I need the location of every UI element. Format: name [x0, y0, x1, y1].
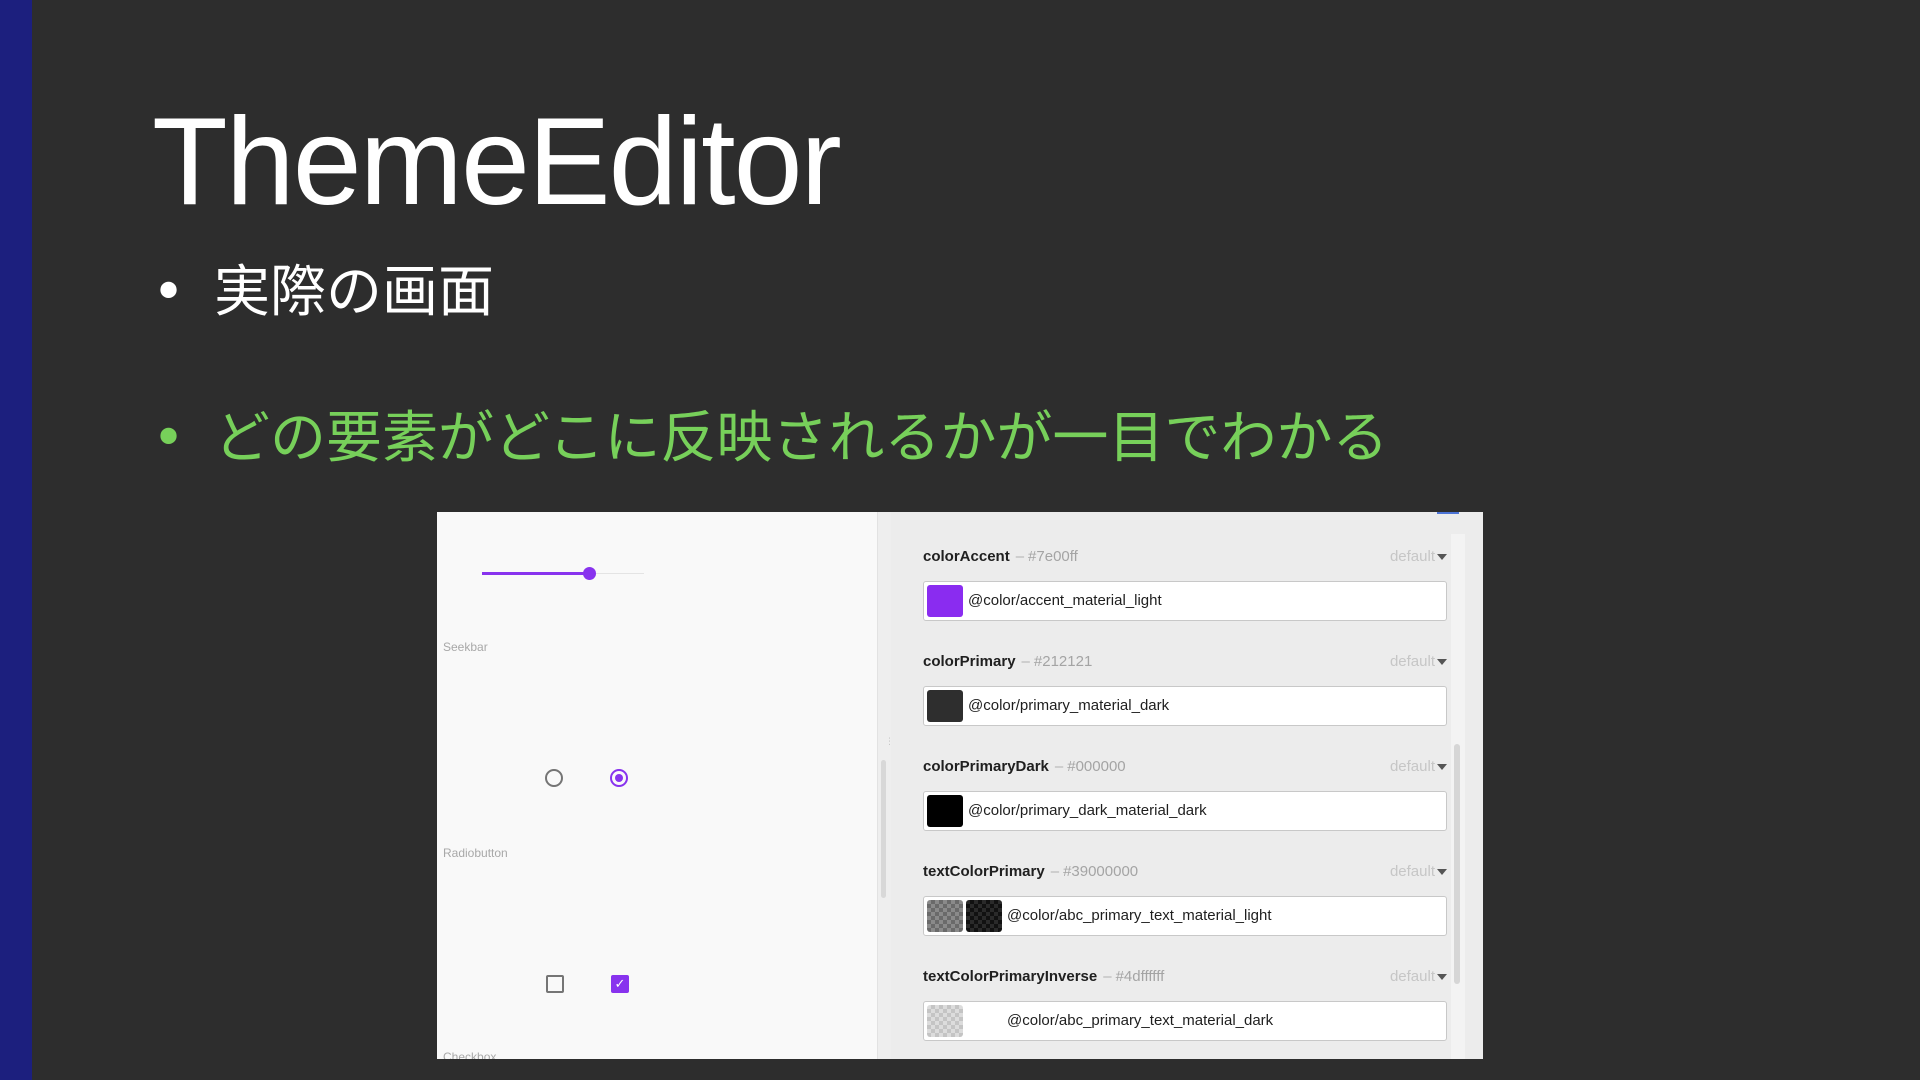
attribute-value-text: @color/abc_primary_text_material_light — [1007, 907, 1272, 924]
attribute-separator: – — [1021, 653, 1030, 670]
attribute-row-color-primary: colorPrimary – #212121 default @color/prim… — [923, 651, 1447, 726]
attribute-value-field[interactable]: @color/abc_primary_text_material_dark — [923, 1001, 1447, 1041]
theme-editor-screenshot: Seekbar Radiobutton ✓ Checkbox ⋮ colorAc… — [437, 512, 1483, 1059]
checkbox-checked[interactable]: ✓ — [611, 975, 629, 993]
bullet-at-a-glance: • どの要素がどこに反映されるかが一目でわかる — [152, 404, 1388, 474]
attribute-hex-value: #39000000 — [1063, 863, 1139, 880]
bullet-text: 実際の画面 — [214, 260, 494, 325]
color-swatch-secondary[interactable] — [966, 900, 1002, 932]
seekbar-progress — [482, 572, 591, 575]
attribute-row-text-color-primary-inverse: textColorPrimaryInverse – #4dffffff defaul… — [923, 966, 1447, 1041]
attribute-row-text-color-primary: textColorPrimary – #39000000 default @colo… — [923, 861, 1447, 936]
attribute-value-field[interactable]: @color/abc_primary_text_material_light — [923, 896, 1447, 936]
attribute-hex-value: #4dffffff — [1115, 968, 1165, 985]
attributes-scrollbar-track[interactable] — [1451, 534, 1465, 1059]
radio-button-checked[interactable] — [610, 769, 628, 787]
default-dropdown-label[interactable]: default — [1390, 966, 1435, 988]
dropdown-caret-icon[interactable] — [1437, 869, 1447, 875]
attribute-name: colorPrimary — [923, 653, 1016, 670]
attribute-name: colorPrimaryDark — [923, 758, 1049, 775]
attribute-name: colorAccent — [923, 548, 1010, 565]
theme-attributes-panel: colorAccent – #7e00ff default @color/accen… — [891, 512, 1471, 1059]
color-swatch[interactable] — [927, 1005, 963, 1037]
attribute-value-text: @color/primary_material_dark — [968, 697, 1170, 714]
radiobutton-label: Radiobutton — [443, 846, 508, 860]
attribute-name: textColorPrimary — [923, 863, 1045, 880]
theme-preview-pane: Seekbar Radiobutton ✓ Checkbox — [437, 512, 877, 1059]
default-dropdown-label[interactable]: default — [1390, 756, 1435, 778]
attribute-name: textColorPrimaryInverse — [923, 968, 1098, 985]
color-swatch-secondary[interactable] — [966, 1005, 1002, 1037]
panel-top-indicator — [1437, 512, 1459, 514]
pane-splitter[interactable]: ⋮ — [877, 512, 894, 1059]
color-swatch[interactable] — [927, 585, 963, 617]
attribute-value-field[interactable]: @color/accent_material_light — [923, 581, 1447, 621]
seekbar-label: Seekbar — [443, 640, 488, 654]
dropdown-caret-icon[interactable] — [1437, 974, 1447, 980]
slide-accent-bar — [0, 0, 32, 1080]
attributes-scrollbar-thumb[interactable] — [1454, 744, 1460, 984]
seekbar-thumb[interactable] — [583, 567, 596, 580]
bullet-actual-screen: • 実際の画面 — [152, 258, 494, 328]
dropdown-caret-icon[interactable] — [1437, 659, 1447, 665]
attribute-value-field[interactable]: @color/primary_dark_material_dark — [923, 791, 1447, 831]
attribute-row-color-accent: colorAccent – #7e00ff default @color/accen… — [923, 546, 1447, 621]
checkbox-unchecked[interactable] — [546, 975, 564, 993]
attribute-row-color-primary-dark: colorPrimaryDark – #000000 default @color/… — [923, 756, 1447, 831]
slide-title: ThemeEditor — [152, 93, 842, 231]
attribute-value-text: @color/accent_material_light — [968, 592, 1162, 609]
color-swatch[interactable] — [927, 900, 963, 932]
color-swatch[interactable] — [927, 690, 963, 722]
attribute-hex-value: #000000 — [1067, 758, 1126, 775]
preview-scrollbar[interactable] — [881, 760, 886, 898]
dropdown-caret-icon[interactable] — [1437, 764, 1447, 770]
attribute-separator: – — [1015, 548, 1025, 565]
bullet-marker: • — [152, 406, 186, 471]
attribute-separator: – — [1054, 758, 1064, 775]
default-dropdown-label[interactable]: default — [1390, 651, 1435, 673]
attribute-separator: – — [1103, 968, 1112, 985]
default-dropdown-label[interactable]: default — [1390, 861, 1435, 883]
bullet-text: どの要素がどこに反映されるかが一目でわかる — [214, 406, 1389, 471]
attribute-value-text: @color/abc_primary_text_material_dark — [1007, 1012, 1274, 1029]
radio-button-unchecked[interactable] — [545, 769, 563, 787]
attribute-separator: – — [1050, 863, 1060, 880]
attribute-value-field[interactable]: @color/primary_material_dark — [923, 686, 1447, 726]
attribute-hex-value: #7e00ff — [1028, 548, 1078, 565]
color-swatch[interactable] — [927, 795, 963, 827]
check-mark-icon: ✓ — [614, 976, 626, 991]
default-dropdown-label[interactable]: default — [1390, 546, 1435, 568]
attribute-value-text: @color/primary_dark_material_dark — [968, 802, 1207, 819]
bullet-marker: • — [152, 260, 186, 325]
checkbox-label: Checkbox — [443, 1050, 497, 1059]
dropdown-caret-icon[interactable] — [1437, 554, 1447, 560]
attribute-hex-value: #212121 — [1033, 653, 1093, 670]
